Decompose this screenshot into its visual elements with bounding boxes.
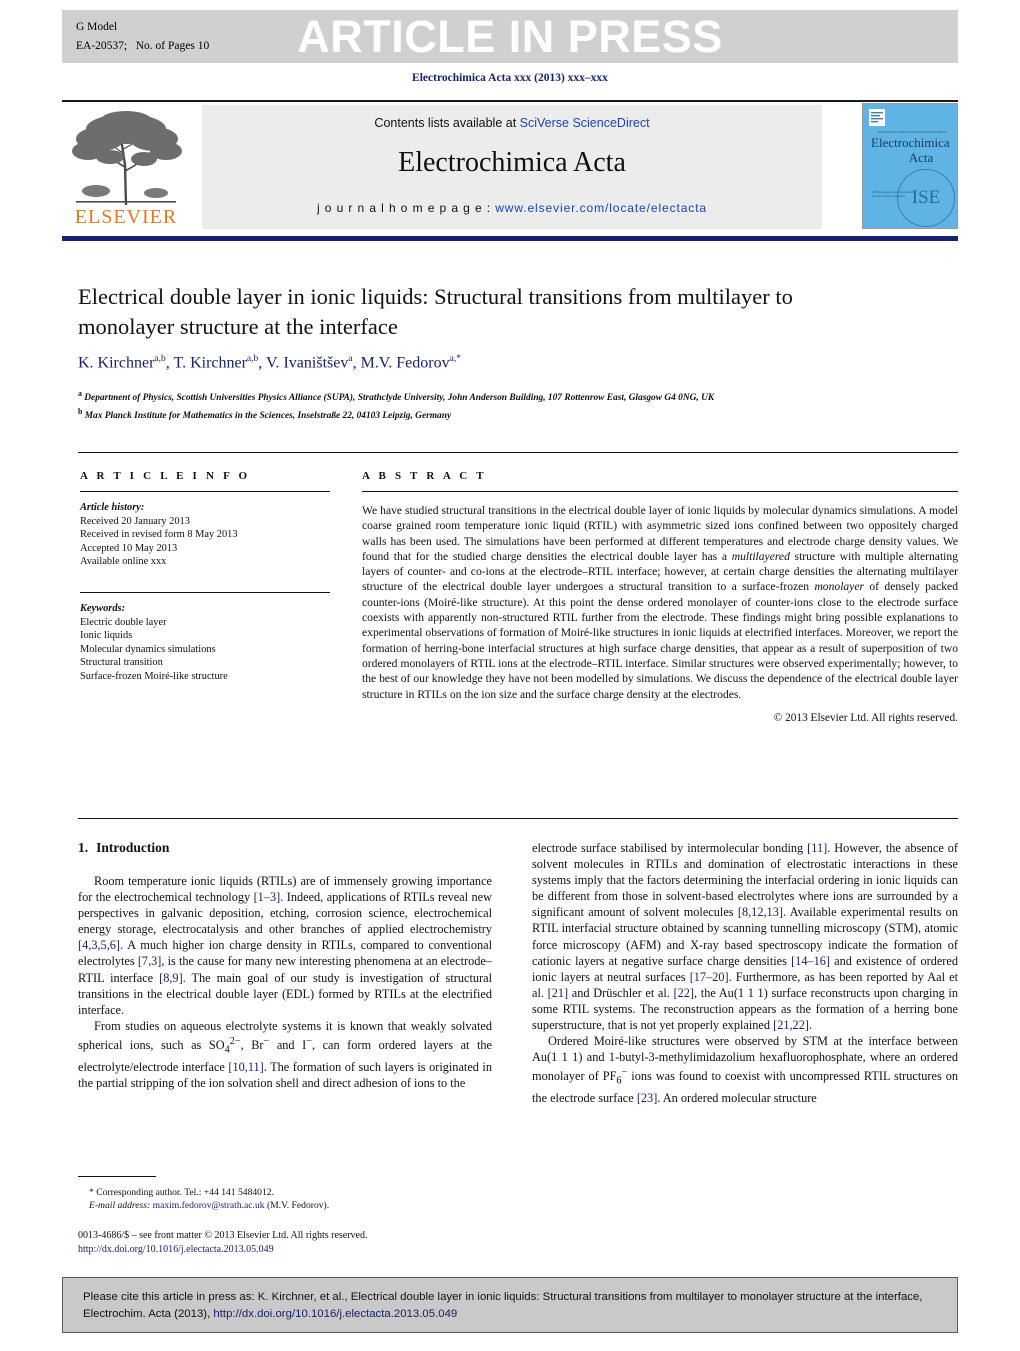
article-history-label: Article history: [80, 502, 145, 513]
masthead-top-rule [62, 100, 958, 102]
journal-homepage-line: j o u r n a l h o m e p a g e : www.else… [202, 201, 822, 215]
abstract-copyright: © 2013 Elsevier Ltd. All rights reserved… [773, 711, 958, 724]
author-list: K. Kirchnera,b, T. Kirchnera,b, V. Ivani… [78, 354, 461, 372]
ise-society-logo: ISE [897, 169, 955, 227]
article-info-heading: A R T I C L E I N F O [80, 470, 251, 482]
info-band-top-rule [78, 452, 958, 453]
paragraph: Ordered Moiré-like structures were obser… [532, 1034, 959, 1105]
email-line: E-mail address: maxim.fedorov@strath.ac.… [78, 1199, 498, 1212]
article-info-rule [80, 491, 330, 492]
email-label: E-mail address: [89, 1200, 151, 1211]
abstract-heading: A B S T R A C T [362, 470, 487, 482]
keyword-item: Electric double layer [80, 616, 167, 628]
keywords-block: Keywords: Electric double layer Ionic li… [80, 602, 330, 684]
article-info-column: A R T I C L E I N F O Article history: R… [80, 470, 330, 684]
journal-title: Electrochimica Acta [398, 147, 626, 178]
masthead-bottom-rule [62, 236, 958, 241]
abstract-rule [362, 491, 958, 492]
section-number: 1. [78, 840, 89, 855]
history-item: Received in revised form 8 May 2013 [80, 529, 238, 541]
cite-this-article-footer: Please cite this article in press as: K.… [62, 1277, 958, 1333]
cover-title-line1: Electrochimica [871, 135, 950, 150]
abstract-text: We have studied structural transitions i… [362, 504, 958, 701]
section-heading-introduction: 1. Introduction [78, 840, 492, 856]
article-history-block: Article history: Received 20 January 201… [80, 501, 330, 569]
page-title: Electrical double layer in ionic liquids… [78, 284, 793, 339]
email-suffix: (M.V. Fedorov). [264, 1200, 330, 1211]
affiliation-a-text: Department of Physics, Scottish Universi… [84, 393, 715, 404]
corresponding-author-footnote: * Corresponding author. Tel.: +44 141 54… [78, 1186, 498, 1212]
keyword-item: Ionic liquids [80, 630, 133, 642]
cite-text: Please cite this article in press as: K.… [63, 1278, 957, 1323]
cover-top-line: journal of electrochemistry and interfac… [877, 130, 947, 133]
corresponding-author-line: * Corresponding author. Tel.: +44 141 54… [89, 1187, 274, 1198]
body-column-left: 1. Introduction Room temperature ionic li… [78, 840, 492, 1091]
cite-sentence: Please cite this article in press as: K.… [83, 1291, 923, 1320]
elsevier-wordmark: ELSEVIER [74, 206, 178, 228]
section-title: Introduction [96, 840, 170, 855]
cite-doi-link[interactable]: http://dx.doi.org/10.1016/j.electacta.20… [213, 1308, 457, 1320]
keyword-item: Surface-frozen Moiré-like structure [80, 670, 228, 682]
paragraph: Room temperature ionic liquids (RTILs) a… [78, 874, 493, 1017]
elsevier-logo: ELSEVIER [62, 105, 190, 229]
contents-box: Contents lists available at SciVerse Sci… [202, 105, 822, 229]
abstract-column: A B S T R A C T We have studied structur… [362, 470, 958, 724]
issn-copyright-block: 0013-4686/$ – see front matter © 2013 El… [78, 1229, 508, 1256]
info-band-bottom-rule [78, 818, 958, 819]
affiliation-b-text: Max Planck Institute for Mathematics in … [84, 411, 452, 422]
body-column-right: electrode surface stabilised by intermol… [532, 840, 958, 1106]
g-model-block: G Model EA-20537; No. of Pages 10 [76, 18, 209, 56]
paragraph: electrode surface stabilised by intermol… [532, 841, 958, 1033]
running-head: Electrochimica Acta xxx (2013) xxx–xxx [412, 72, 608, 84]
paragraph: From studies on aqueous electrolyte syst… [78, 1018, 493, 1090]
keyword-item: Molecular dynamics simulations [80, 643, 216, 655]
history-item: Available online xxx [80, 556, 167, 568]
keywords-label: Keywords: [80, 602, 126, 614]
article-page: ARTICLE IN PRESS G Model EA-20537; No. o… [0, 0, 1020, 1351]
history-item: Accepted 10 May 2013 [80, 542, 178, 554]
cover-journal-title: Electrochimica Acta [871, 135, 950, 165]
article-id-label: EA-20537; No. of Pages 10 [76, 40, 210, 52]
keywords-rule [80, 591, 330, 593]
footnote-rule [78, 1176, 156, 1177]
affiliation-b: b Max Planck Institute for Mathematics i… [78, 407, 452, 422]
affiliation-a: a Department of Physics, Scottish Univer… [78, 389, 715, 404]
g-model-label: G Model [76, 21, 118, 33]
cover-title-line2: Acta [908, 150, 934, 165]
journal-cover-thumbnail: journal of electrochemistry and interfac… [862, 103, 958, 229]
homepage-url-link[interactable]: www.elsevier.com/locate/electacta [495, 201, 707, 215]
keyword-item: Structural transition [80, 657, 163, 669]
cover-elsevier-mark-icon [869, 109, 885, 126]
history-item: Received 20 January 2013 [80, 515, 190, 527]
affiliations: a Department of Physics, Scottish Univer… [78, 387, 878, 423]
contents-prefix: Contents lists available at [374, 116, 520, 130]
sciencedirect-link[interactable]: SciVerse ScienceDirect [520, 116, 650, 130]
issn-line: 0013-4686/$ – see front matter © 2013 El… [78, 1230, 368, 1241]
doi-link[interactable]: http://dx.doi.org/10.1016/j.electacta.20… [78, 1243, 508, 1257]
journal-masthead: ELSEVIER Contents lists available at Sci… [62, 103, 958, 231]
contents-available-line: Contents lists available at SciVerse Sci… [202, 116, 822, 130]
homepage-label: j o u r n a l h o m e p a g e : [317, 201, 496, 215]
email-link[interactable]: maxim.fedorov@strath.ac.uk [153, 1200, 265, 1211]
